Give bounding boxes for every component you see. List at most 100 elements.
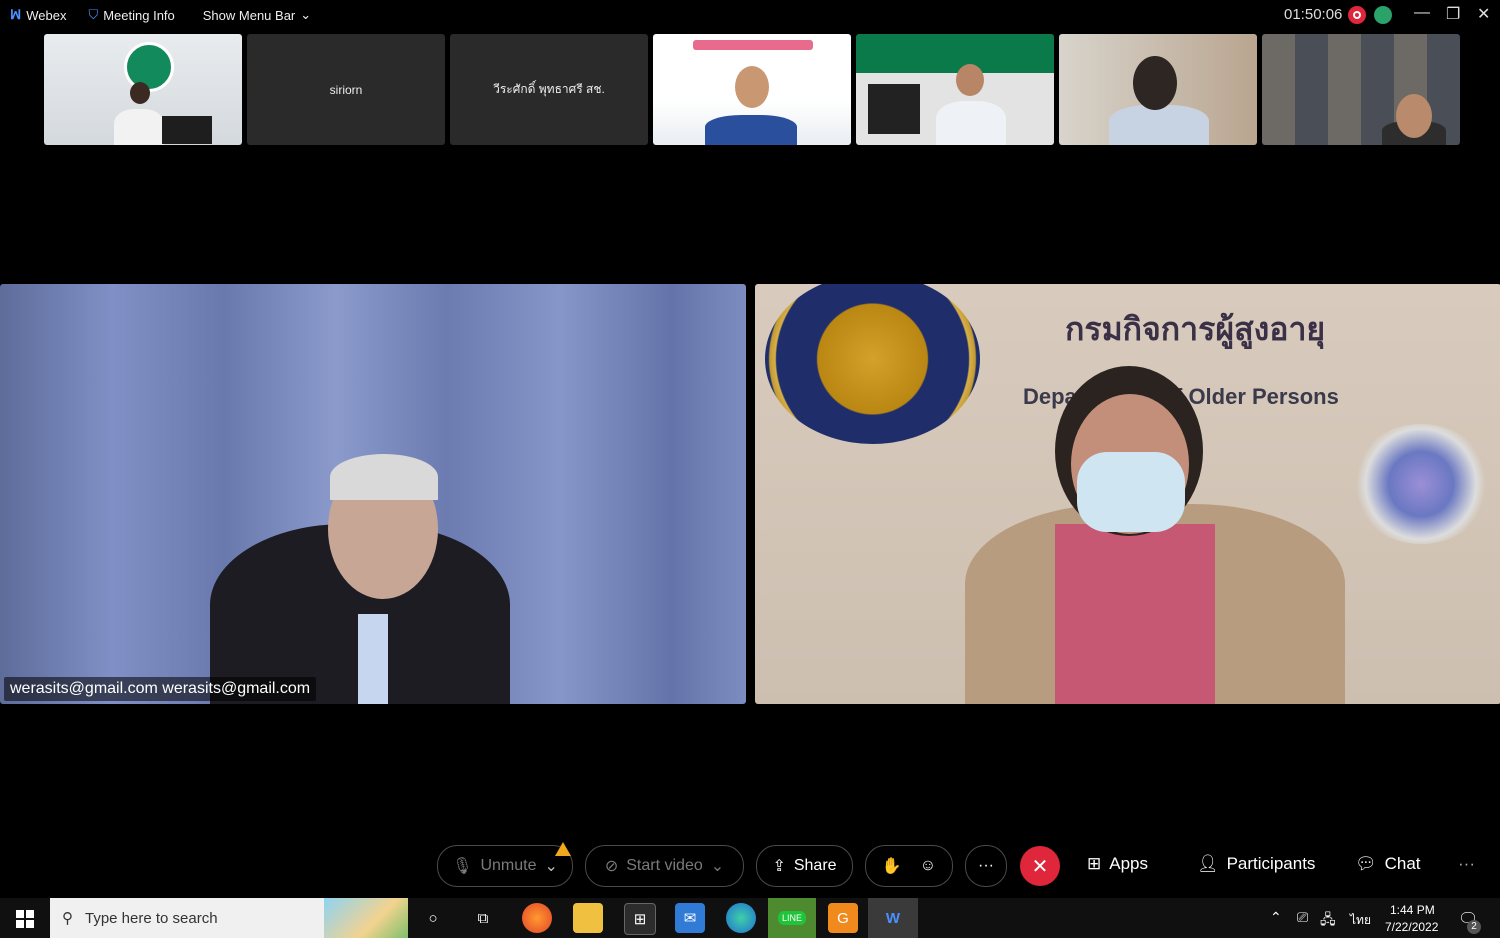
main-video-tile-left[interactable]: werasits@gmail.com werasits@gmail.com	[0, 284, 746, 704]
share-label: Share	[793, 857, 837, 874]
search-placeholder: Type here to search	[85, 909, 218, 927]
more-options-label: ···	[978, 857, 994, 874]
apps-button[interactable]: ⊞ Apps	[1087, 854, 1148, 874]
face-mask-image	[1077, 452, 1185, 532]
participant-thumbnail[interactable]	[653, 34, 851, 145]
participant-thumbnail[interactable]: siriorn	[247, 34, 445, 145]
network-health-icon[interactable]	[1374, 6, 1392, 24]
participants-label: Participants	[1226, 854, 1316, 873]
tie-image	[358, 614, 388, 704]
clock-time[interactable]: 1:44 PM	[1390, 903, 1435, 917]
monitor-image	[868, 84, 920, 134]
chat-label: Chat	[1384, 854, 1421, 873]
webex-logo-icon: ꟽ	[10, 7, 22, 22]
file-explorer-icon[interactable]	[573, 903, 603, 933]
meeting-info-button[interactable]: ⛉ Meeting Info	[88, 7, 174, 23]
monitor-image	[162, 116, 212, 144]
participants-icon: 👤︎	[1197, 854, 1219, 873]
participants-button[interactable]: 👤︎ Participants	[1197, 854, 1315, 874]
search-icon: ⚲	[62, 910, 73, 927]
meeting-timer: 01:50:06	[1284, 6, 1343, 23]
participant-name: siriorn	[329, 82, 363, 97]
person-image	[114, 109, 164, 145]
logo-icon	[124, 42, 174, 92]
meet-now-icon[interactable]: ⎚	[1297, 909, 1308, 926]
person-head	[130, 82, 150, 104]
task-view-icon[interactable]: ⧉	[468, 903, 498, 933]
reaction-icon[interactable]: ☺	[920, 857, 936, 875]
share-button[interactable]: ⇪ Share	[756, 845, 853, 887]
flowers-image	[1351, 424, 1491, 544]
end-call-button[interactable]: ✕	[1020, 846, 1060, 886]
banner-title: กรมกิจการผู้สูงอายุ	[1065, 310, 1326, 348]
apps-label: Apps	[1109, 854, 1148, 873]
chevron-up-icon[interactable]: ⌃	[1270, 909, 1282, 926]
main-video-tile-right[interactable]: กรมกิจการผู้สูงอายุ Depa f Older Persons	[755, 284, 1500, 704]
chevron-down-icon[interactable]: ⌄	[711, 856, 724, 876]
show-menu-bar-button[interactable]: Show Menu Bar ⌄	[203, 7, 311, 23]
unmute-button[interactable]: 🎙︎ Unmute ⌄	[437, 845, 573, 887]
participant-thumbnail[interactable]	[44, 34, 242, 145]
scarf-image	[1055, 524, 1215, 704]
close-icon[interactable]: ✕	[1477, 4, 1490, 24]
more-options-button[interactable]: ···	[965, 845, 1007, 887]
firefox-icon[interactable]	[522, 903, 552, 933]
webex-taskbar-icon[interactable]: W	[868, 898, 918, 938]
unmute-label: Unmute	[480, 857, 537, 874]
chevron-down-icon[interactable]: ⌄	[544, 856, 557, 876]
chat-button[interactable]: 💬︎ Chat	[1355, 854, 1421, 874]
foxit-pdf-icon[interactable]: G	[828, 903, 858, 933]
apps-grid-icon: ⊞	[1087, 854, 1102, 873]
line-app-icon[interactable]: LINE	[768, 898, 816, 938]
search-highlight-image	[324, 898, 408, 938]
mail-icon[interactable]: ✉	[675, 903, 705, 933]
person-head	[1133, 56, 1177, 110]
language-indicator[interactable]: ไทย	[1350, 911, 1371, 930]
seal-emblem-image	[765, 284, 980, 444]
meeting-controls: 🎙︎ Unmute ⌄ ⊘ Start video ⌄ ⇪ Share ✋ ☺ …	[0, 842, 1500, 887]
close-icon: ✕	[1031, 855, 1049, 878]
overflow-menu-button[interactable]: ···	[1458, 854, 1475, 874]
minimize-icon[interactable]: —	[1414, 4, 1430, 22]
cortana-icon[interactable]: ○	[418, 903, 448, 933]
overflow-label: ···	[1458, 854, 1475, 873]
restore-icon[interactable]: ❐	[1446, 4, 1460, 24]
camera-off-icon: ⊘	[604, 858, 619, 875]
network-icon[interactable]: 🖧	[1320, 909, 1336, 933]
hair-image	[330, 454, 438, 500]
participant-strip: siriorn วีระศักดิ์ พุทธาศรี สช.	[44, 34, 1460, 145]
participant-name-label: werasits@gmail.com werasits@gmail.com	[4, 677, 317, 701]
person-head	[956, 64, 984, 96]
person-image	[705, 115, 797, 145]
microsoft-store-icon[interactable]: ⊞	[624, 903, 656, 935]
warning-icon	[555, 842, 571, 856]
meeting-info-label: Meeting Info	[103, 7, 175, 23]
webex-app-menu[interactable]: ꟽ Webex	[10, 7, 66, 23]
participant-thumbnail[interactable]	[1262, 34, 1460, 145]
recording-icon[interactable]	[1348, 6, 1366, 24]
windows-taskbar: ⚲ Type here to search ○ ⧉ ⊞ ✉ LINE G W ⌃…	[0, 898, 1500, 938]
app-name: Webex	[26, 7, 67, 23]
start-video-button[interactable]: ⊘ Start video ⌄	[585, 845, 744, 887]
person-image	[936, 101, 1006, 145]
reactions-group: ✋ ☺	[865, 845, 953, 887]
show-menu-bar-label: Show Menu Bar	[202, 7, 296, 23]
notification-count: 2	[1467, 920, 1481, 934]
microphone-muted-icon: 🎙︎	[452, 858, 473, 875]
person-head	[735, 66, 769, 108]
taskbar-search-box[interactable]: ⚲ Type here to search	[50, 898, 408, 938]
banner-subtitle-right: f Older Persons	[1175, 384, 1339, 409]
participant-thumbnail[interactable]	[856, 34, 1054, 145]
raise-hand-icon[interactable]: ✋	[882, 856, 902, 876]
edge-icon[interactable]	[726, 903, 756, 933]
share-screen-icon: ⇪	[772, 858, 786, 875]
person-head	[1396, 94, 1432, 138]
shield-icon: ⛉	[88, 7, 99, 22]
clock-date[interactable]: 7/22/2022	[1385, 920, 1438, 934]
chevron-down-icon: ⌄	[300, 7, 312, 22]
banner-image	[693, 40, 813, 50]
windows-start-icon[interactable]	[16, 910, 34, 928]
participant-name: วีระศักดิ์ พุทธาศรี สช.	[493, 82, 605, 96]
participant-thumbnail[interactable]: วีระศักดิ์ พุทธาศรี สช.	[450, 34, 648, 145]
participant-thumbnail[interactable]	[1059, 34, 1257, 145]
